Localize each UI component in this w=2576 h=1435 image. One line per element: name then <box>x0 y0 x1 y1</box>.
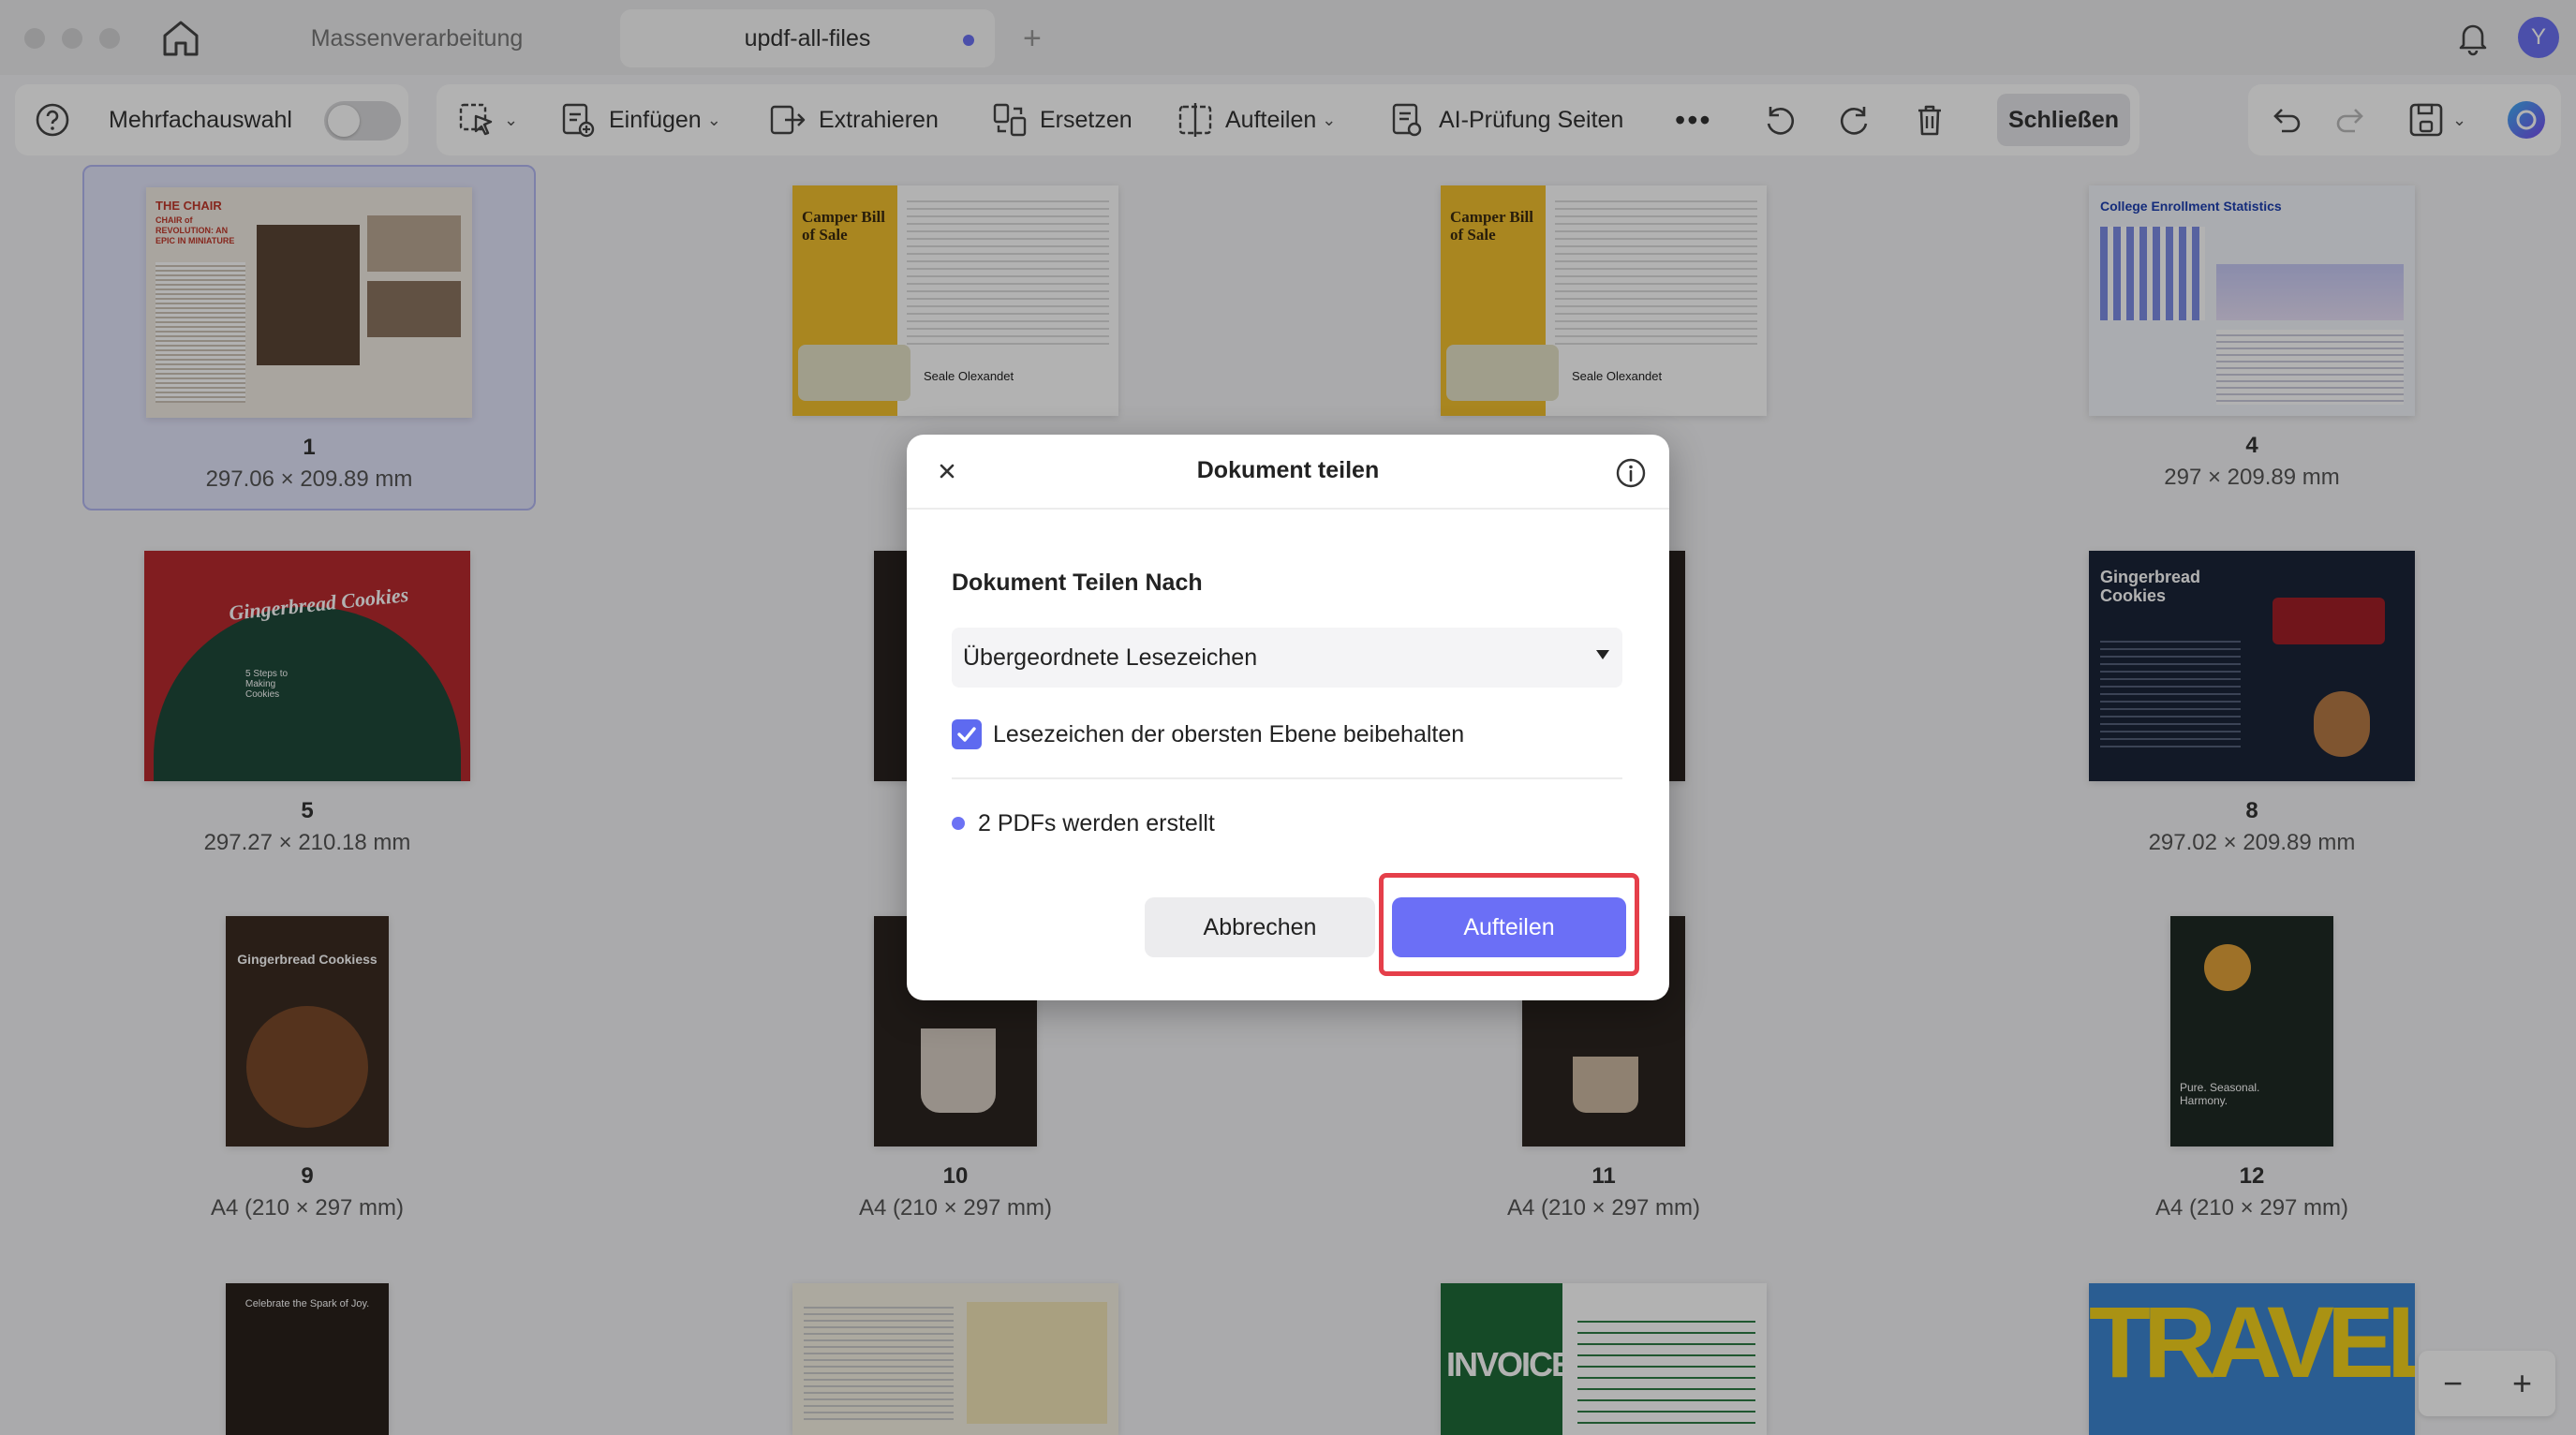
split-document-dialog: Dokument teilen Dokument Teilen Nach Übe… <box>907 435 1669 1000</box>
split-confirm-button[interactable]: Aufteilen <box>1392 897 1626 957</box>
keep-bookmarks-checkbox[interactable] <box>952 719 982 749</box>
checkmark-icon <box>957 727 976 742</box>
dialog-title: Dokument teilen <box>1196 457 1380 483</box>
dropdown-arrow-icon <box>1596 650 1609 659</box>
divider <box>952 777 1622 779</box>
pdf-count-info: 2 PDFs werden erstellt <box>978 810 1215 836</box>
info-icon[interactable] <box>1615 457 1647 489</box>
keep-bookmarks-label: Lesezeichen der obersten Ebene beibehalt… <box>993 721 1465 747</box>
split-method-select[interactable]: Übergeordnete Lesezeichen <box>952 628 1622 688</box>
status-dot-icon <box>952 817 965 830</box>
cancel-button[interactable]: Abbrechen <box>1145 897 1375 957</box>
split-by-label: Dokument Teilen Nach <box>952 570 1203 596</box>
dialog-header: Dokument teilen <box>907 435 1669 510</box>
select-value: Übergeordnete Lesezeichen <box>963 644 1258 671</box>
